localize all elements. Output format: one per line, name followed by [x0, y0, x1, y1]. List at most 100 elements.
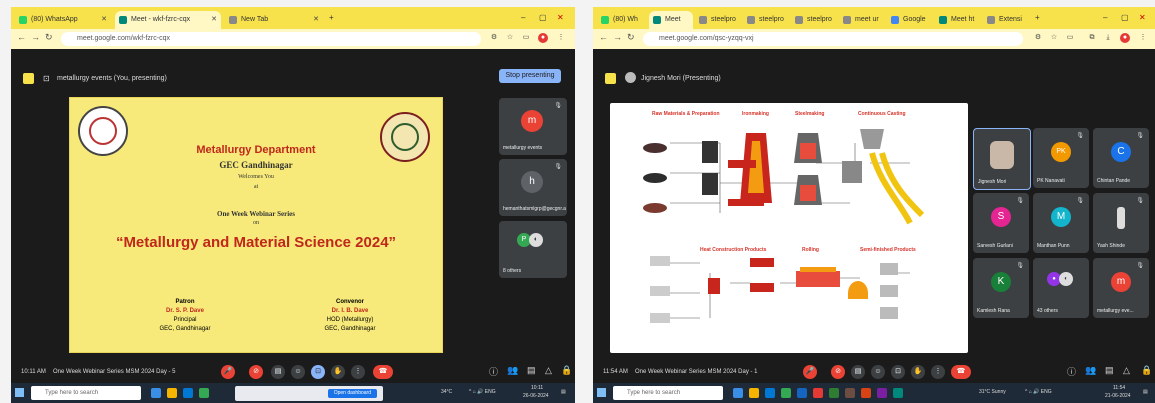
minimize-button[interactable]: –	[521, 7, 525, 29]
participant-tile[interactable]: 🎙 K Kamlesh Rana	[973, 258, 1029, 318]
url-field[interactable]: meet.google.com/wkf-fzrc-cqx	[61, 32, 481, 46]
app-icon[interactable]	[893, 388, 903, 398]
weather-widget[interactable]: 31°C Sunny	[979, 389, 1006, 395]
others-tile[interactable]: ● ◐ 43 others	[1033, 258, 1089, 318]
forward-icon[interactable]: →	[31, 32, 40, 42]
activities-icon[interactable]: △	[545, 365, 552, 376]
info-icon[interactable]: ⓘ	[1067, 365, 1076, 378]
tab-new[interactable]: New Tab ✕	[225, 11, 323, 29]
info-icon[interactable]: ⓘ	[489, 365, 498, 378]
more-options-button[interactable]: ⋮	[351, 365, 365, 379]
bookmark-icon[interactable]: ☆	[505, 33, 515, 43]
task-view-icon[interactable]	[733, 388, 743, 398]
close-window-button[interactable]: ✕	[1139, 7, 1146, 29]
download-icon[interactable]: ⤓	[1103, 33, 1113, 43]
bookmark-icon[interactable]: ☆	[1049, 33, 1059, 43]
back-icon[interactable]: ←	[17, 32, 26, 42]
windows-start-icon[interactable]	[15, 388, 24, 397]
forward-icon[interactable]: →	[613, 32, 622, 42]
participant-tile[interactable]: 🎙 PK PK Nanavati	[1033, 128, 1089, 188]
powerpoint-icon[interactable]	[861, 388, 871, 398]
maximize-button[interactable]: ▢	[539, 7, 547, 29]
file-explorer-icon[interactable]	[167, 388, 177, 398]
excel-icon[interactable]	[829, 388, 839, 398]
reload-icon[interactable]: ↻	[45, 32, 53, 43]
captions-button[interactable]: ▤	[271, 365, 285, 379]
chat-icon[interactable]: ▤	[527, 365, 536, 376]
emoji-button[interactable]: ☺	[291, 365, 305, 379]
word-icon[interactable]	[797, 388, 807, 398]
participant-tile[interactable]: Jignesh Mori	[973, 128, 1031, 190]
tab-google[interactable]: Google	[887, 11, 933, 29]
taskbar-clock[interactable]: 11:54	[1113, 385, 1125, 391]
mic-off-button[interactable]: 🎤	[221, 365, 235, 379]
url-field[interactable]: meet.google.com/qsc-yzqq-vxj	[643, 32, 1023, 46]
edge-icon[interactable]	[183, 388, 193, 398]
profile-icon[interactable]: ●	[1120, 33, 1130, 43]
weather-widget[interactable]: 34°C	[441, 389, 452, 395]
host-controls-icon[interactable]: 🔒	[1141, 365, 1152, 376]
mic-off-button[interactable]: 🎤	[803, 365, 817, 379]
app-icon[interactable]	[845, 388, 855, 398]
tab-steelpro[interactable]: steelpro	[695, 11, 741, 29]
notification-icon[interactable]: ▤	[561, 389, 566, 395]
captions-button[interactable]: ▤	[851, 365, 865, 379]
notification-popup[interactable]: Open dashboard	[235, 386, 383, 401]
profile-icon[interactable]: ●	[538, 33, 548, 43]
task-view-icon[interactable]	[151, 388, 161, 398]
chrome-icon[interactable]	[781, 388, 791, 398]
tab-whatsapp[interactable]: (80) Wh	[597, 11, 647, 29]
more-options-button[interactable]: ⋮	[931, 365, 945, 379]
new-tab-button[interactable]: +	[1035, 7, 1040, 29]
tab-meet[interactable]: Meet	[649, 11, 693, 29]
menu-icon[interactable]: ⋮	[1138, 33, 1148, 43]
camera-off-button[interactable]: ⊘	[249, 365, 263, 379]
people-icon[interactable]: 👥	[1085, 365, 1096, 376]
notification-icon[interactable]: ▤	[1143, 389, 1148, 395]
taskbar-clock[interactable]: 10:11	[531, 385, 543, 391]
open-dashboard-button[interactable]: Open dashboard	[327, 389, 377, 398]
activities-icon[interactable]: △	[1123, 365, 1130, 376]
participant-tile[interactable]: 🎙 m metallurgy events	[499, 98, 567, 155]
minimize-button[interactable]: –	[1103, 7, 1107, 29]
people-icon[interactable]: 👥	[507, 365, 518, 376]
file-explorer-icon[interactable]	[749, 388, 759, 398]
present-button[interactable]: ⊡	[891, 365, 905, 379]
new-tab-button[interactable]: +	[329, 7, 334, 29]
tab-whatsapp[interactable]: (80) WhatsApp ✕	[15, 11, 111, 29]
participant-tile[interactable]: 🎙 m metallurgy eve...	[1093, 258, 1149, 318]
system-tray-icons[interactable]: ^ ⌂ 🔊 ENG	[1025, 389, 1052, 395]
tab-extensions[interactable]: Extensi	[983, 11, 1029, 29]
pdf-icon[interactable]	[813, 388, 823, 398]
extension-icon[interactable]: ⚙	[489, 33, 499, 43]
tab-steelpro[interactable]: steelpro	[743, 11, 789, 29]
tab-meet-ur[interactable]: meet ur	[839, 11, 885, 29]
camera-off-button[interactable]: ⊘	[831, 365, 845, 379]
chat-icon[interactable]: ▤	[1105, 365, 1114, 376]
tab-meet-ht[interactable]: Meet ht	[935, 11, 981, 29]
taskbar-date[interactable]: 26-06-2024	[523, 393, 549, 399]
emoji-button[interactable]: ☺	[871, 365, 885, 379]
close-tab-icon[interactable]: ✕	[211, 11, 217, 29]
present-button[interactable]: ⊡	[311, 365, 325, 379]
extensions-icon[interactable]: ⧉	[1087, 33, 1097, 43]
close-tab-icon[interactable]: ✕	[101, 11, 107, 29]
close-window-button[interactable]: ✕	[557, 7, 564, 29]
app-icon[interactable]	[877, 388, 887, 398]
maximize-button[interactable]: ▢	[1121, 7, 1129, 29]
back-icon[interactable]: ←	[599, 32, 608, 42]
stop-presenting-button[interactable]: Stop presenting	[499, 69, 561, 83]
taskbar-search[interactable]: Type here to search	[31, 386, 141, 400]
leave-call-button[interactable]: ☎	[951, 365, 971, 379]
chrome-icon[interactable]	[199, 388, 209, 398]
leave-call-button[interactable]: ☎	[373, 365, 393, 379]
participant-tile[interactable]: 🎙 C Chintan Pande	[1093, 128, 1149, 188]
participant-tile[interactable]: 🎙 Yash Shinde	[1093, 193, 1149, 253]
host-controls-icon[interactable]: 🔒	[561, 365, 572, 376]
others-tile[interactable]: P ◐ 8 others	[499, 221, 567, 278]
system-tray-icons[interactable]: ^ ⌂ 🔊 ENG	[469, 389, 496, 395]
edge-icon[interactable]	[765, 388, 775, 398]
menu-icon[interactable]: ⋮	[556, 33, 566, 43]
participant-tile[interactable]: 🎙 h hemanthatsmlgrp@gecgnr.ac...	[499, 159, 567, 216]
raise-hand-button[interactable]: ✋	[911, 365, 925, 379]
